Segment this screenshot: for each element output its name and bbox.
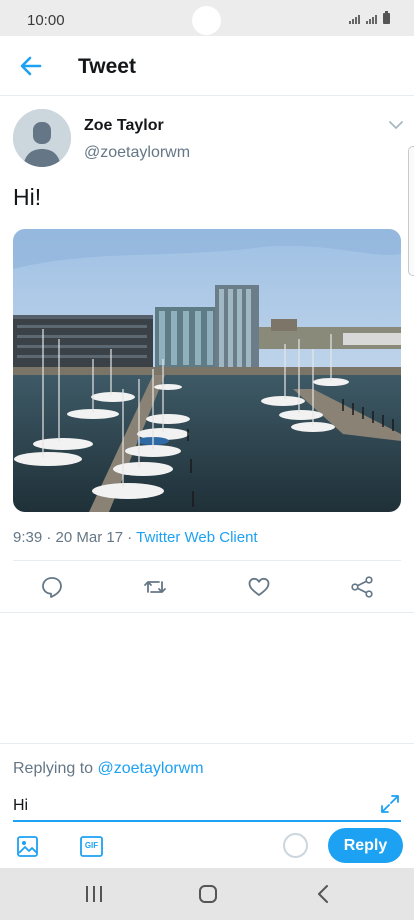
signal-icon — [349, 15, 360, 24]
reply-button[interactable]: Reply — [328, 828, 403, 863]
input-underline — [13, 820, 401, 822]
like-heart-icon[interactable] — [246, 574, 272, 600]
chevron-down-icon[interactable] — [387, 118, 405, 132]
status-time: 10:00 — [27, 12, 65, 29]
back-icon[interactable] — [311, 882, 337, 906]
recent-apps-icon[interactable] — [81, 882, 107, 906]
page-title: Tweet — [78, 55, 136, 78]
tweet-date: 20 Mar 17 — [55, 529, 124, 546]
character-count-ring — [283, 833, 308, 858]
meta-separator: · — [42, 529, 56, 546]
meta-separator-2: · — [123, 529, 137, 546]
replying-to: Replying to @zoetaylorwm — [13, 760, 204, 778]
replying-to-handle[interactable]: @zoetaylorwm — [98, 760, 204, 777]
scrollbar[interactable] — [408, 146, 414, 276]
status-icons — [349, 11, 390, 24]
status-bar: 10:00 — [0, 0, 414, 36]
tweet-source-link[interactable]: Twitter Web Client — [136, 529, 257, 546]
signal-icon-2 — [366, 15, 377, 24]
camera-cutout — [192, 6, 221, 35]
tweet-text: Hi! — [13, 184, 42, 210]
battery-icon — [383, 11, 390, 24]
tweet-meta: 9:39 · 20 Mar 17 · Twitter Web Client — [13, 529, 258, 546]
reply-icon[interactable] — [39, 574, 65, 600]
retweet-icon[interactable] — [142, 574, 168, 600]
expand-icon[interactable] — [379, 793, 401, 815]
home-icon[interactable] — [195, 882, 221, 906]
divider — [0, 612, 414, 613]
system-nav-bar — [0, 868, 414, 920]
gif-icon[interactable]: GIF — [80, 836, 103, 857]
composer-divider — [0, 743, 414, 744]
app-header: Tweet — [0, 36, 414, 96]
image-icon[interactable] — [16, 835, 39, 858]
back-arrow-icon[interactable] — [16, 52, 46, 80]
share-icon[interactable] — [349, 574, 375, 600]
tweet-time: 9:39 — [13, 529, 43, 546]
reply-input[interactable] — [13, 795, 373, 817]
gif-label: GIF — [84, 841, 99, 850]
avatar[interactable] — [13, 109, 71, 167]
divider — [13, 560, 401, 561]
author-handle[interactable]: @zoetaylorwm — [84, 144, 190, 162]
tweet-photo[interactable] — [13, 229, 401, 512]
replying-to-label: Replying to — [13, 760, 98, 777]
author-name[interactable]: Zoe Taylor — [84, 117, 164, 135]
